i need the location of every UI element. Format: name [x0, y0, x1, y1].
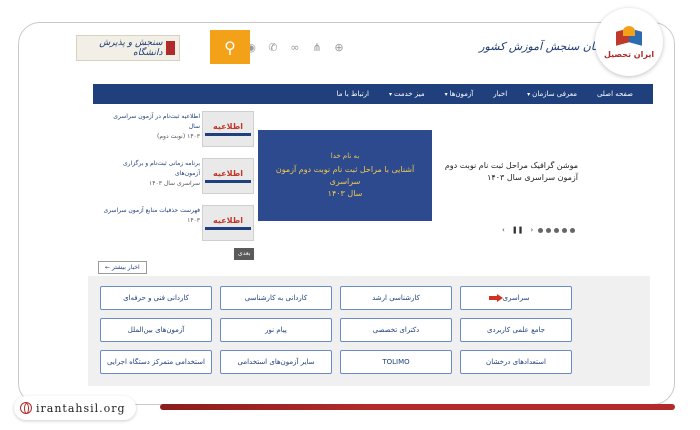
news-date: سراسری سال ۱۴۰۳ — [149, 180, 200, 187]
nav-about[interactable]: معرفی سازمان — [517, 84, 587, 104]
exam-label: سراسری — [502, 294, 530, 302]
nav-contact[interactable]: ارتباط با ما — [327, 84, 379, 104]
exam-label: کارشناسی ارشد — [372, 294, 420, 302]
exam-label: دکترای تخصصی — [372, 326, 420, 334]
slider-prev-icon[interactable]: ‹ — [502, 226, 505, 234]
exam-label: TOLIMO — [382, 358, 410, 366]
slider-dot[interactable] — [562, 227, 568, 233]
news-title[interactable]: اطلاعیه ثبت‌نام در آزمون سراسری سال ۱۴۰۳… — [102, 112, 200, 142]
exam-button-arshad[interactable]: کارشناسی ارشد — [340, 286, 452, 310]
exam-label: سایر آزمون‌های استخدامی — [237, 358, 315, 366]
social-icons: ◉ ✆ ∞ ⋔ ⊕ — [244, 41, 346, 55]
thumbnail-label: اطلاعیه — [213, 122, 243, 131]
hero-slide[interactable]: به نام خدا آشنایی با مراحل ثبت نام نوبت … — [258, 130, 432, 221]
slider-dot[interactable] — [554, 227, 560, 233]
news-thumbnail[interactable]: اطلاعیه — [202, 205, 254, 241]
brand-badge: ایران تحصیل — [595, 8, 663, 76]
exam-button-tolimo[interactable]: TOLIMO — [340, 350, 452, 374]
news-item[interactable]: اطلاعیه اطلاعیه ثبت‌نام در آزمون سراسری … — [100, 108, 256, 155]
globe-icon — [20, 402, 32, 414]
globe-icon[interactable]: ⊕ — [332, 41, 346, 55]
exam-button-doctora[interactable]: دکترای تخصصی — [340, 318, 452, 342]
nav-news[interactable]: اخبار — [483, 84, 517, 104]
site-header: سازمان سنجش آموزش کشور ◉ ✆ ∞ ⋔ ⊕ ⚲ سنجش … — [72, 26, 657, 76]
slide-year: سال ۱۴۰۳ — [327, 188, 363, 198]
exam-label: پیام نور — [265, 326, 287, 334]
news-item[interactable]: اطلاعیه برنامه زمانی ثبت‌نام و برگزاری آ… — [100, 155, 256, 202]
exam-label: کاردانی به کارشناسی — [244, 294, 308, 302]
news-date: ۱۴۰۳ — [187, 217, 200, 224]
exam-button-jame[interactable]: جامع علمی کاربردی — [460, 318, 572, 342]
thumbnail-label: اطلاعیه — [213, 169, 243, 178]
thumbnail-bar — [205, 133, 251, 136]
nav-home[interactable]: صفحه اصلی — [587, 84, 643, 104]
search-icon: ⚲ — [224, 37, 236, 57]
exam-button-sarasari[interactable]: سراسری — [460, 286, 572, 310]
exam-button-international[interactable]: آزمون‌های بین‌الملل — [100, 318, 212, 342]
secondary-logo[interactable]: سنجش و پذیرش دانشگاه — [76, 35, 180, 61]
exam-button-government-employment[interactable]: استخدامی متمرکز دستگاه اجرایی — [100, 350, 212, 374]
news-title[interactable]: برنامه زمانی ثبت‌نام و برگزاری آزمون‌های… — [102, 159, 200, 189]
link-icon[interactable]: ∞ — [288, 41, 302, 55]
news-title[interactable]: فهرست حذفیات منابع آزمون سراسری ۱۴۰۳ — [102, 206, 200, 226]
secondary-logo-text: سنجش و پذیرش دانشگاه — [99, 38, 163, 58]
more-news-button[interactable]: اخبار بیشتر ← — [98, 261, 147, 274]
nav-exams[interactable]: آزمون‌ها — [435, 84, 484, 104]
next-news-button[interactable]: بعدی — [234, 248, 255, 260]
phone-icon[interactable]: ✆ — [266, 41, 280, 55]
search-button[interactable]: ⚲ — [210, 30, 250, 64]
news-list: اطلاعیه اطلاعیه ثبت‌نام در آزمون سراسری … — [100, 108, 256, 249]
news-date: ۱۴۰۳ (نوبت دوم) — [156, 133, 200, 140]
news-title-text: اطلاعیه ثبت‌نام در آزمون سراسری سال — [113, 113, 200, 130]
site-url: irantahsil.org — [36, 401, 126, 415]
slider-dot[interactable] — [538, 227, 544, 233]
book-logo-icon — [614, 25, 644, 46]
thumbnail-bar — [205, 180, 251, 183]
slide-caption[interactable]: موشن گرافیک مراحل ثبت نام نوبت دوم آزمون… — [438, 160, 578, 184]
exam-grid: سراسری کارشناسی ارشد کاردانی به کارشناسی… — [88, 276, 650, 386]
exam-button-kardani-karshenasi[interactable]: کاردانی به کارشناسی — [220, 286, 332, 310]
news-title-text: فهرست حذفیات منابع آزمون سراسری — [103, 207, 200, 214]
exam-label: استخدامی متمرکز دستگاه اجرایی — [107, 358, 205, 366]
news-thumbnail[interactable]: اطلاعیه — [202, 158, 254, 194]
slider-pause-icon[interactable]: ❚❚ — [512, 226, 524, 234]
slider-dot[interactable] — [546, 227, 552, 233]
share-icon[interactable]: ⋔ — [310, 41, 324, 55]
site-url-badge: irantahsil.org — [14, 396, 136, 420]
news-title-text: برنامه زمانی ثبت‌نام و برگزاری آزمون‌های — [122, 160, 200, 177]
slider-dot[interactable] — [570, 227, 576, 233]
exam-label: آزمون‌های بین‌الملل — [127, 326, 185, 334]
main-nav: صفحه اصلی معرفی سازمان اخبار آزمون‌ها می… — [93, 84, 653, 104]
exam-button-fanni[interactable]: کاردانی فنی و حرفه‌ای — [100, 286, 212, 310]
arrow-right-icon — [489, 294, 503, 302]
footer-bar — [160, 404, 675, 410]
exam-label: استعدادهای درخشان — [486, 358, 546, 366]
nav-services[interactable]: میز خدمت — [379, 84, 435, 104]
flag-icon — [166, 41, 175, 55]
slide-heading: به نام خدا — [330, 151, 360, 160]
exam-label: جامع علمی کاربردی — [487, 326, 546, 334]
news-thumbnail[interactable]: اطلاعیه — [202, 111, 254, 147]
exam-button-other-employment[interactable]: سایر آزمون‌های استخدامی — [220, 350, 332, 374]
exam-button-payamnoor[interactable]: پیام نور — [220, 318, 332, 342]
thumbnail-bar — [205, 227, 251, 230]
slider-controls: ‹ ❚❚ › — [500, 226, 576, 234]
slide-title: آشنایی با مراحل ثبت نام نوبت دوم آزمون س… — [275, 164, 415, 186]
brand-name: ایران تحصیل — [603, 49, 655, 59]
exam-button-talent[interactable]: استعدادهای درخشان — [460, 350, 572, 374]
slider-next-icon[interactable]: › — [531, 226, 534, 234]
news-item[interactable]: اطلاعیه فهرست حذفیات منابع آزمون سراسری … — [100, 202, 256, 249]
exam-label: کاردانی فنی و حرفه‌ای — [123, 294, 189, 302]
thumbnail-label: اطلاعیه — [213, 216, 243, 225]
